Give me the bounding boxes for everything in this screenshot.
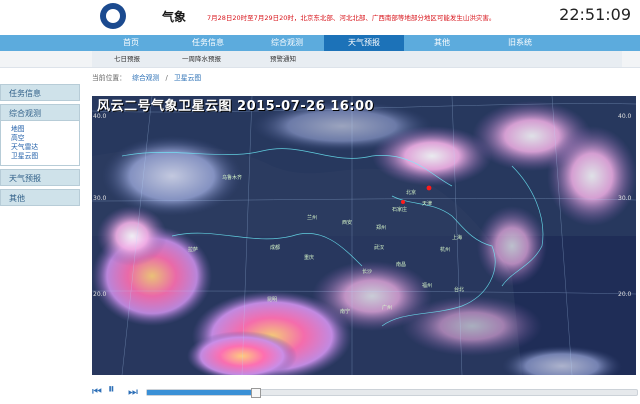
lat-label-right-20: 20.0 [618,291,632,298]
nav-legacy[interactable]: 旧系统 [480,35,560,51]
nav-observations[interactable]: 综合观测 [247,35,327,51]
progress-thumb[interactable] [250,388,261,398]
city-label: 拉萨 [188,247,199,253]
subnav-bar [92,51,622,67]
sidebar-item-tasks[interactable]: 任务信息 [0,84,80,101]
logo-icon [100,3,126,29]
lat-label-right-30: 30.0 [618,195,632,202]
breadcrumb-item-observations[interactable]: 综合观测 [132,74,159,82]
map-title: 风云二号气象卫星云图 2015-07-26 16:00 [97,99,375,114]
progress-fill [147,390,255,395]
city-label: 北京 [406,190,417,196]
city-label: 重庆 [304,255,315,261]
city-label: 西安 [342,220,353,226]
city-label: 石家庄 [392,207,408,213]
lat-label-left-20: 20.0 [93,291,107,298]
next-icon[interactable]: ⏭ [128,386,138,398]
city-label: 兰州 [307,215,318,221]
city-label: 成都 [270,245,281,251]
lat-label-right-40: 40.0 [618,113,632,120]
nav-home[interactable]: 首页 [91,35,171,51]
city-label: 福州 [422,283,433,289]
nav-forecast[interactable]: 天气预报 [324,35,404,51]
city-label: 武汉 [374,245,385,251]
city-label: 昆明 [267,297,278,303]
sub-nav: 七日预报 一周降水预报 预警通知 [0,51,640,68]
sidebar-submenu: 地图 高空 天气雷达 卫星云图 [0,121,80,166]
progress-bar[interactable] [146,388,638,398]
brand-title: 气象 [162,10,187,24]
breadcrumb-label: 当前位置： [92,74,126,82]
satellite-image [92,96,636,375]
sidebar-link-upper-air[interactable]: 高空 [11,134,79,143]
city-label: 广州 [382,305,393,311]
weather-alert: 7月28日20时至7月29日20时，北京东北部、河北北部、广西南部等地部分地区可… [207,14,496,22]
lat-label-left-40: 40.0 [93,113,107,120]
sidebar-item-forecast[interactable]: 天气预报 [0,169,80,186]
sidebar-link-satellite[interactable]: 卫星云图 [11,152,79,161]
sidebar-item-observations[interactable]: 综合观测 [0,104,80,121]
city-label: 南昌 [396,262,407,268]
subnav-warnings[interactable]: 预警通知 [270,51,296,67]
city-label: 上海 [452,235,463,241]
nav-other[interactable]: 其他 [402,35,482,51]
main-nav: 首页 任务信息 综合观测 天气预报 其他 旧系统 [0,35,640,51]
satellite-map[interactable]: 风云二号气象卫星云图 2015-07-26 16:00 40.0 30.0 20… [92,96,636,375]
prev-icon[interactable]: ⏮ [92,386,102,398]
nav-tasks[interactable]: 任务信息 [168,35,248,51]
subnav-seven-day[interactable]: 七日预报 [114,51,140,67]
city-label: 长沙 [362,269,373,275]
sidebar-link-radar[interactable]: 天气雷达 [11,143,79,152]
city-label: 乌鲁木齐 [222,175,243,181]
sidebar: 任务信息 综合观测 地图 高空 天气雷达 卫星云图 天气预报 其他 [0,84,82,209]
header: 气象 7月28日20时至7月29日20时，北京东北部、河北北部、广西南部等地部分… [0,0,640,34]
player-controls: ⏮ ⏸ ⏭ [92,383,638,401]
breadcrumb-separator: / [165,74,168,82]
subnav-weekly-rain[interactable]: 一周降水预报 [182,51,221,67]
clock: 22:51:09 [559,5,631,24]
sidebar-item-other[interactable]: 其他 [0,189,80,206]
city-label: 天津 [422,201,433,207]
pause-icon[interactable]: ⏸ [108,383,115,396]
breadcrumb-item-satellite[interactable]: 卫星云图 [174,74,201,82]
lat-label-left-30: 30.0 [93,195,107,202]
city-label: 台北 [454,287,465,293]
city-label: 南宁 [340,309,351,315]
breadcrumb: 当前位置： 综合观测 / 卫星云图 [92,71,205,85]
sidebar-link-map[interactable]: 地图 [11,125,79,134]
city-label: 杭州 [440,247,451,253]
city-label: 郑州 [376,225,387,231]
